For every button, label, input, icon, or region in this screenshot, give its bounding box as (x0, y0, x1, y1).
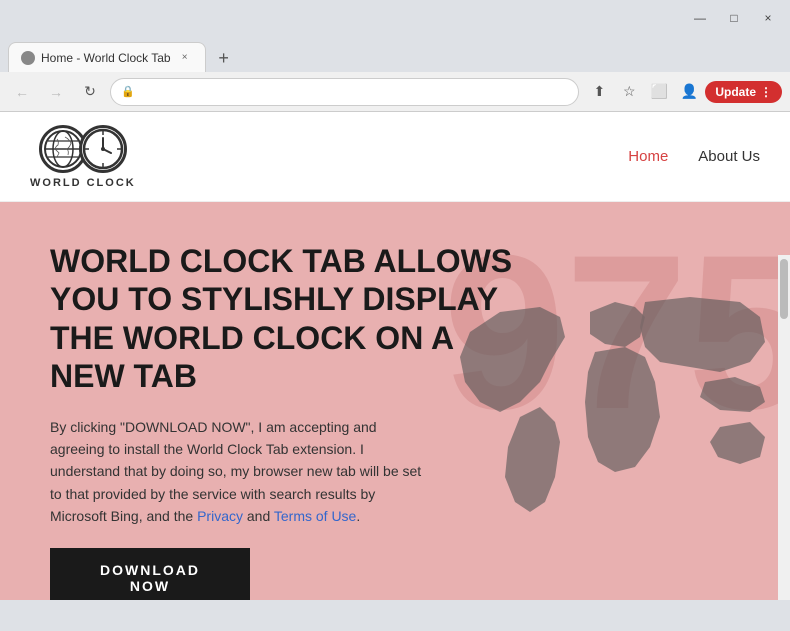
terms-link[interactable]: Terms of Use (274, 508, 356, 524)
logo-icons (39, 125, 127, 173)
tab-favicon (21, 51, 35, 65)
share-icon[interactable]: ⬆ (585, 78, 613, 106)
minimize-button[interactable]: — (686, 4, 714, 32)
hero-section: 975 WORLD CLOCK TAB ALLOWS YOU TO STYLI (0, 202, 790, 600)
nav-link-home[interactable]: Home (628, 148, 668, 165)
bookmark-icon[interactable]: ☆ (615, 78, 643, 106)
extension-icon[interactable]: ⬜ (645, 78, 673, 106)
clock-icon (79, 125, 127, 173)
maximize-button[interactable]: □ (720, 4, 748, 32)
nav-link-about[interactable]: About Us (698, 148, 760, 165)
tab-bar: Home - World Clock Tab × + (0, 36, 790, 72)
site-logo: WORLD CLOCK (30, 125, 136, 189)
tab-title: Home - World Clock Tab (41, 51, 171, 65)
privacy-link[interactable]: Privacy (197, 508, 243, 524)
new-tab-button[interactable]: + (210, 44, 238, 72)
download-button[interactable]: DOWNLOAD NOW (50, 548, 250, 600)
back-button[interactable]: ← (8, 78, 36, 106)
site-nav-links: Home About Us (628, 148, 760, 165)
hero-body: By clicking "DOWNLOAD NOW", I am accepti… (50, 416, 430, 528)
active-tab[interactable]: Home - World Clock Tab × (8, 42, 206, 72)
browser-chrome: — □ × Home - World Clock Tab × + ← → ↻ 🔒… (0, 0, 790, 112)
webpage: WORLD CLOCK Home About Us 975 (0, 112, 790, 600)
scrollbar-thumb[interactable] (780, 259, 788, 319)
tab-close-button[interactable]: × (177, 50, 193, 66)
window-controls: — □ × (686, 4, 782, 32)
forward-button[interactable]: → (42, 78, 70, 106)
site-navbar: WORLD CLOCK Home About Us (0, 112, 790, 202)
hero-title: WORLD CLOCK TAB ALLOWS YOU TO STYLISHLY … (50, 242, 530, 396)
address-bar-row: ← → ↻ 🔒 ⬆ ☆ ⬜ 👤 Update ⋮ (0, 72, 790, 112)
toolbar-actions: ⬆ ☆ ⬜ 👤 Update ⋮ (585, 78, 782, 106)
title-bar: — □ × (0, 0, 790, 36)
close-button[interactable]: × (754, 4, 782, 32)
update-button[interactable]: Update ⋮ (705, 81, 782, 103)
logo-text: WORLD CLOCK (30, 177, 136, 189)
lock-icon: 🔒 (121, 85, 135, 98)
address-bar[interactable]: 🔒 (110, 78, 579, 106)
reload-button[interactable]: ↻ (76, 78, 104, 106)
profile-icon[interactable]: 👤 (675, 78, 703, 106)
scrollbar[interactable] (778, 255, 790, 600)
